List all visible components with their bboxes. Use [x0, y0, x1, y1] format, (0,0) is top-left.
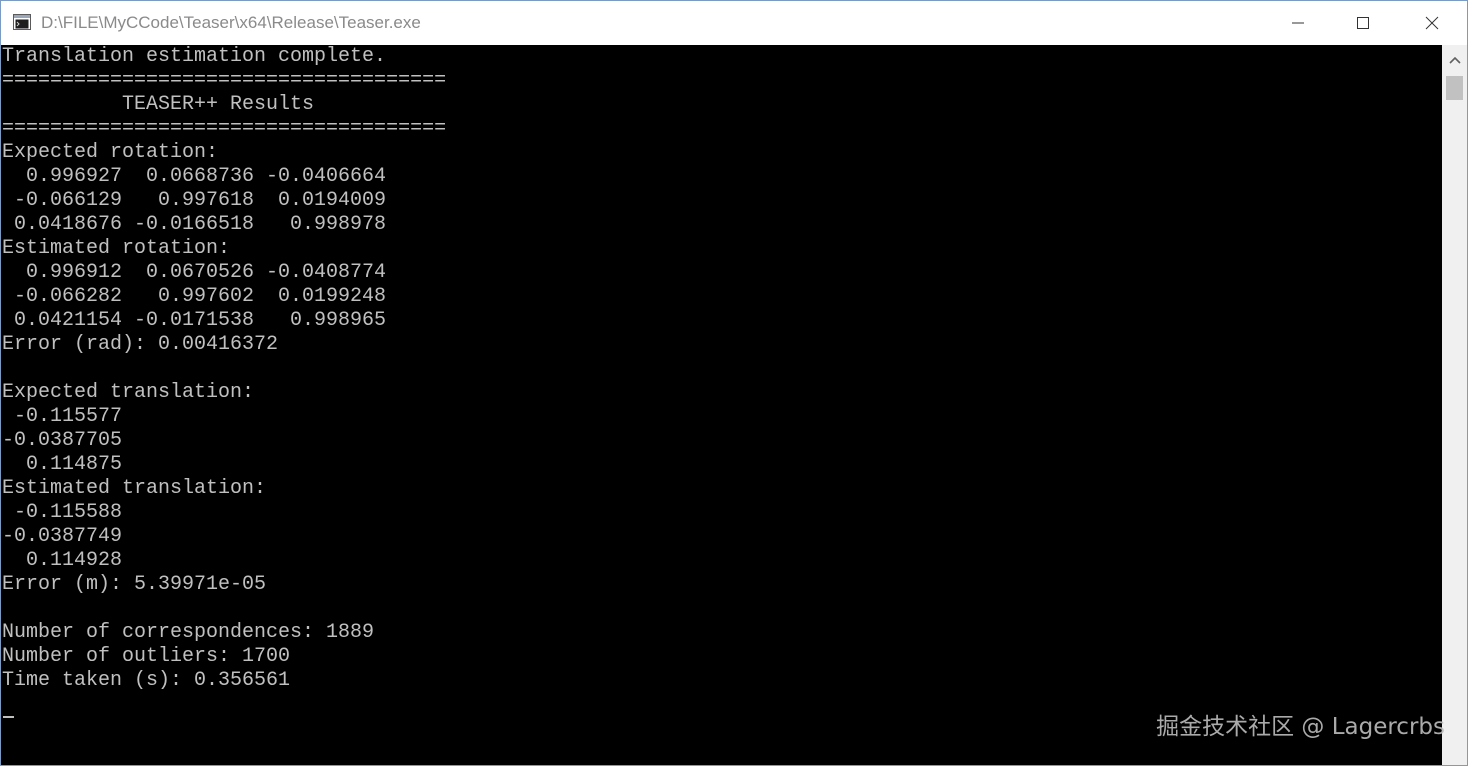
console-window: D:\FILE\MyCCode\Teaser\x64\Release\Tease…: [0, 0, 1468, 766]
text-cursor: [3, 716, 14, 718]
minimize-button[interactable]: [1263, 1, 1333, 45]
maximize-button[interactable]: [1328, 1, 1398, 45]
console-output-text: Translation estimation complete. =======…: [2, 45, 447, 692]
maximize-icon: [1357, 17, 1369, 29]
close-icon: [1425, 16, 1439, 30]
watermark: 掘金技术社区 @ Lagercrbs: [1156, 714, 1445, 740]
scroll-thumb[interactable]: [1446, 76, 1463, 100]
window-title: D:\FILE\MyCCode\Teaser\x64\Release\Tease…: [41, 13, 421, 32]
chevron-up-icon: [1448, 56, 1461, 64]
close-button[interactable]: [1397, 1, 1467, 45]
minimize-icon: [1292, 22, 1304, 24]
console-output-area[interactable]: Translation estimation complete. =======…: [1, 45, 1442, 765]
vertical-scrollbar[interactable]: [1442, 45, 1467, 765]
scroll-up-button[interactable]: [1442, 45, 1467, 75]
console-app-icon[interactable]: [13, 14, 31, 30]
title-bar[interactable]: D:\FILE\MyCCode\Teaser\x64\Release\Tease…: [1, 1, 1467, 45]
